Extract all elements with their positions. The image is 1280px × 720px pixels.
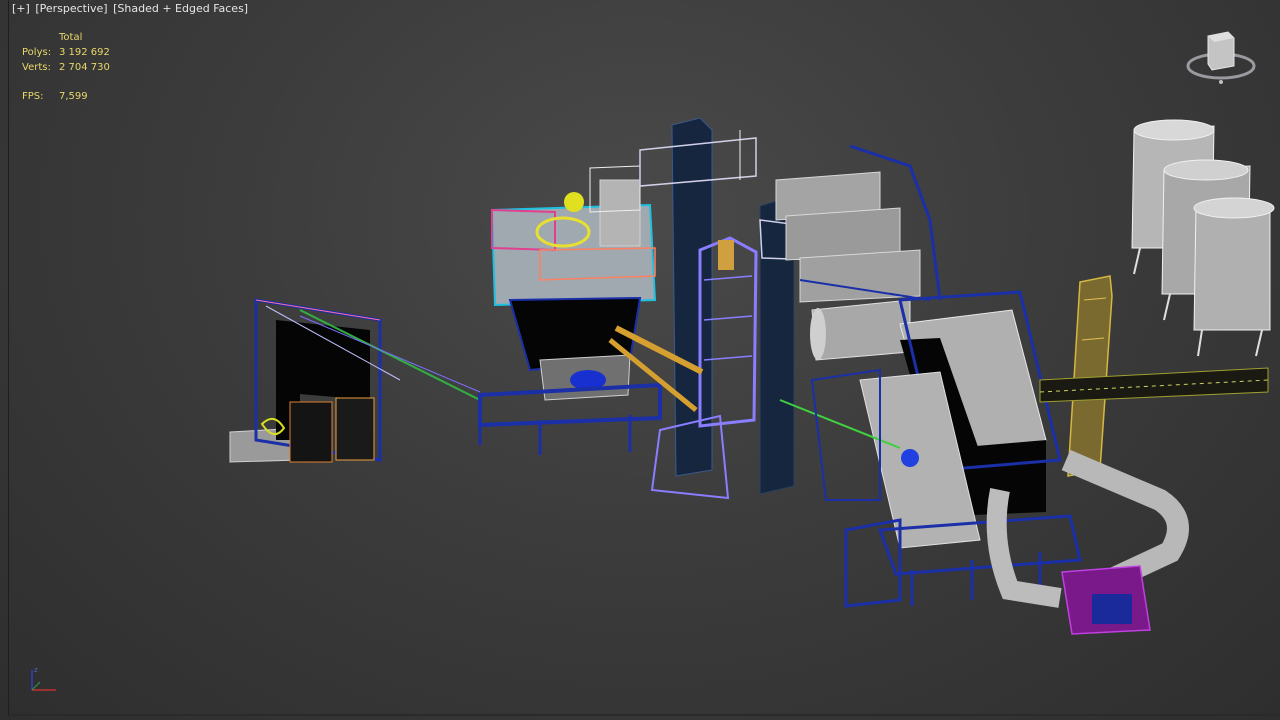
svg-text:z: z bbox=[34, 666, 38, 674]
mixing-tower[interactable] bbox=[478, 165, 662, 455]
cold-feed-bins[interactable] bbox=[229, 298, 481, 463]
3d-scene[interactable] bbox=[0, 0, 1280, 720]
bitumen-tank[interactable] bbox=[1193, 197, 1275, 331]
axis-tripod-icon: z bbox=[31, 666, 56, 691]
bitumen-tanks[interactable] bbox=[1131, 119, 1275, 357]
viewcube-icon[interactable] bbox=[1184, 28, 1258, 88]
exhaust-stack[interactable] bbox=[1067, 275, 1113, 477]
